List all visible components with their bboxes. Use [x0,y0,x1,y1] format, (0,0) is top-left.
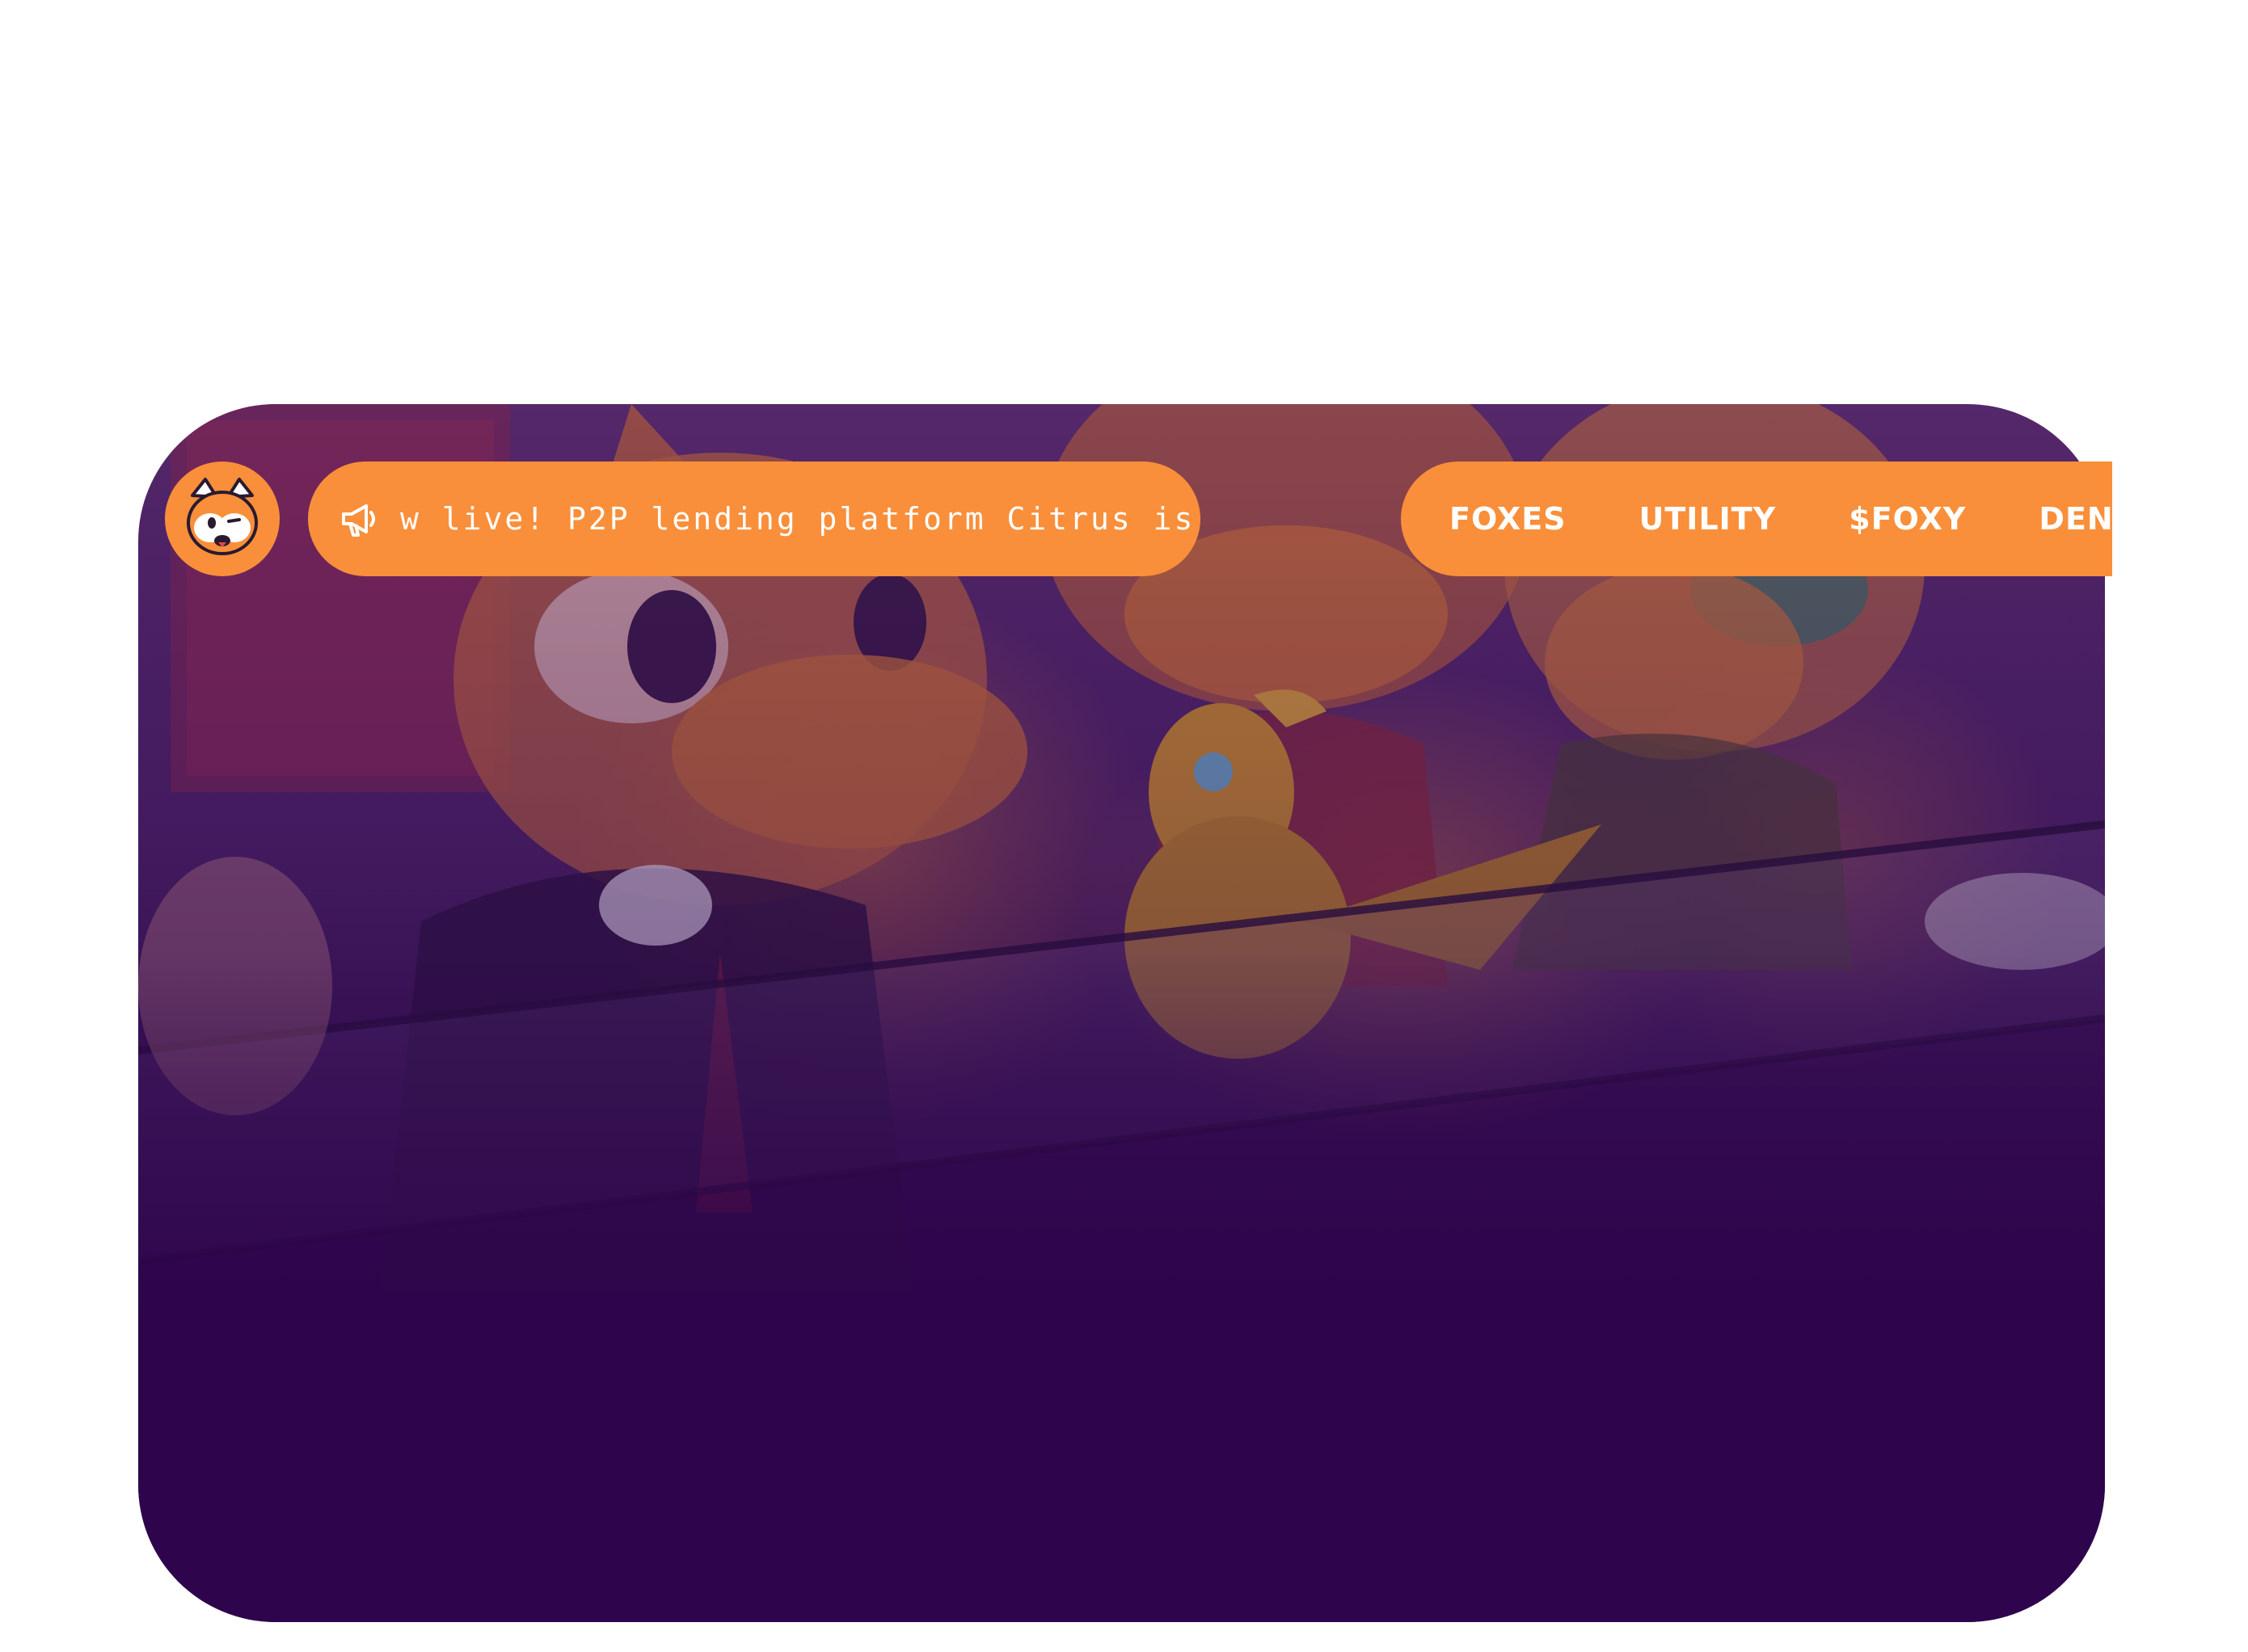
fox-face-icon [187,478,258,555]
hero-gradient-overlay [138,404,2105,1622]
announcement-text: w live! P2P lending platform Citrus is n… [400,501,1200,537]
nav-item-foxes[interactable]: FOXES [1449,501,1567,537]
megaphone-icon [342,504,375,537]
nav-item-foxy[interactable]: $FOXY [1849,501,1966,537]
nav-item-utility[interactable]: UTILITY [1639,501,1777,537]
logo-button[interactable] [165,461,280,576]
hero-banner [138,404,2105,1622]
announcement-ticker[interactable]: w live! P2P lending platform Citrus is n… [308,461,1200,576]
main-nav: FOXES UTILITY $FOXY DENS [1401,461,2112,576]
nav-item-dens[interactable]: DENS [2039,501,2112,537]
